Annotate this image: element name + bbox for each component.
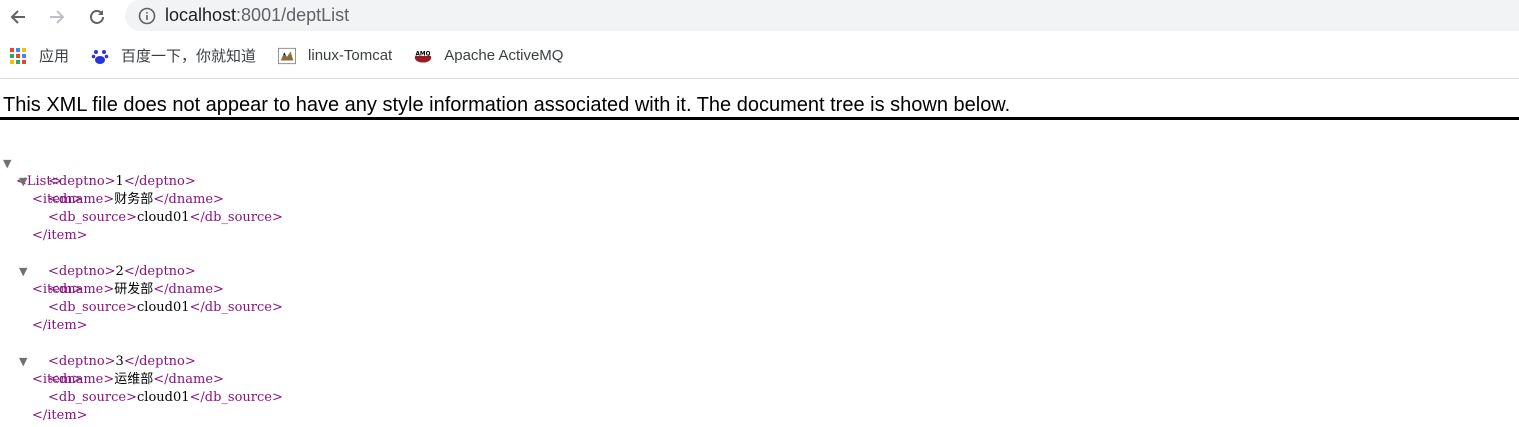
xml-tag: </deptno> <box>123 354 196 369</box>
xml-value-db-source: cloud01 <box>137 210 190 225</box>
bookmark-label: Apache ActiveMQ <box>444 47 564 64</box>
url-host: localhost <box>165 5 237 25</box>
forward-button[interactable] <box>46 6 68 28</box>
tomcat-icon <box>278 47 297 65</box>
bookmark-activemq[interactable]: AMQ Apache ActiveMQ <box>414 47 563 65</box>
bookmark-baidu[interactable]: 百度一下，你就知道 <box>91 45 256 66</box>
svg-text:AMQ: AMQ <box>416 51 431 57</box>
address-bar[interactable]: localhost:8001/deptList <box>125 0 1519 31</box>
xml-db-source-line: <db_source>cloud01</db_source> <box>0 209 1519 227</box>
baidu-paw-icon <box>91 47 109 65</box>
bookmark-label: linux-Tomcat <box>308 47 393 64</box>
xml-dname-line: <dname>研发部</dname> <box>0 281 1519 299</box>
xml-value-dname: 运维部 <box>114 372 154 387</box>
xml-tag: <db_source> <box>48 210 137 225</box>
xml-tag: <dname> <box>48 192 115 207</box>
xml-tag: </dname> <box>153 372 224 387</box>
xml-value-deptno: 2 <box>115 264 124 279</box>
xml-value-db-source: cloud01 <box>137 390 190 405</box>
xml-deptno-line: <deptno>3</deptno> <box>0 353 1519 371</box>
xml-tag: <deptno> <box>48 264 116 279</box>
activemq-icon: AMQ <box>414 47 432 65</box>
xml-tag: <dname> <box>48 282 115 297</box>
back-button[interactable] <box>7 6 29 28</box>
xml-tag: </db_source> <box>189 390 283 405</box>
xml-item-close-line: </item> <box>0 317 1519 335</box>
bookmark-label: 应用 <box>39 48 70 65</box>
xml-root-open-line: ▼ <List> <box>0 137 1519 189</box>
xml-dname-line: <dname>运维部</dname> <box>0 371 1519 389</box>
xml-value-dname: 财务部 <box>114 192 154 207</box>
xml-tag: <dname> <box>48 372 115 387</box>
xml-tag: </deptno> <box>123 264 196 279</box>
xml-tag: </deptno> <box>123 174 196 189</box>
xml-deptno-line: <deptno>1</deptno> <box>0 173 1519 191</box>
notice-divider <box>0 117 1519 120</box>
back-arrow-icon <box>10 10 25 24</box>
url-path: :8001/deptList <box>236 5 350 25</box>
xml-item-open-line: ▼ <item> <box>0 335 1519 387</box>
reload-button[interactable] <box>86 6 108 28</box>
xml-value-deptno: 1 <box>115 174 124 189</box>
xml-tag: </db_source> <box>189 300 283 315</box>
browser-toolbar: localhost:8001/deptList <box>0 0 1519 33</box>
xml-dname-line: <dname>财务部</dname> <box>0 191 1519 209</box>
xml-tag: </db_source> <box>189 210 283 225</box>
xml-item-close-tag: </item> <box>32 228 88 243</box>
xml-tree: ▼ <List> ▼ <item> <deptno>1</deptno> <dn… <box>0 137 1519 425</box>
url-text[interactable]: localhost:8001/deptList <box>165 5 349 26</box>
bookmark-label: 百度一下，你就知道 <box>121 48 257 65</box>
xml-value-deptno: 3 <box>115 354 124 369</box>
xml-item-open-line: ▼ <item> <box>0 155 1519 207</box>
site-info-icon[interactable] <box>137 6 157 26</box>
forward-arrow-icon <box>50 10 65 24</box>
apps-grid-icon <box>9 47 27 65</box>
xml-value-dname: 研发部 <box>114 282 154 297</box>
xml-value-db-source: cloud01 <box>137 300 190 315</box>
xml-item-open-line: ▼ <item> <box>0 245 1519 297</box>
xml-item-close-tag: </item> <box>32 408 88 423</box>
xml-tag: </dname> <box>153 192 224 207</box>
xml-deptno-line: <deptno>2</deptno> <box>0 263 1519 281</box>
bookmark-linux-tomcat[interactable]: linux-Tomcat <box>278 47 392 65</box>
xml-tag: <deptno> <box>48 174 116 189</box>
xml-tag: </dname> <box>153 282 224 297</box>
bookmarks-bar: 应用 百度一下，你就知道 linux-Tomcat AMQ Apache Act… <box>0 33 1519 79</box>
xml-tag: <db_source> <box>48 390 137 405</box>
xml-tag: <deptno> <box>48 354 116 369</box>
xml-db-source-line: <db_source>cloud01</db_source> <box>0 299 1519 317</box>
xml-style-notice: This XML file does not appear to have an… <box>3 94 1011 116</box>
bookmark-apps[interactable]: 应用 <box>9 45 69 66</box>
xml-item-close-line: </item> <box>0 407 1519 425</box>
xml-db-source-line: <db_source>cloud01</db_source> <box>0 389 1519 407</box>
reload-icon <box>90 10 104 24</box>
xml-item-close-tag: </item> <box>32 318 88 333</box>
xml-item-close-line: </item> <box>0 227 1519 245</box>
xml-tag: <db_source> <box>48 300 137 315</box>
